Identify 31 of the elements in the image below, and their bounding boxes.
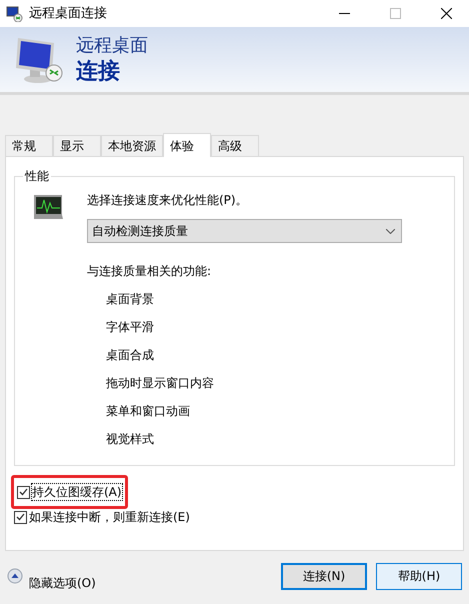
minimize-icon[interactable] (339, 12, 350, 14)
header-title: 连接 (76, 58, 121, 86)
tab[interactable]: 本地资源 (101, 135, 163, 156)
feature-item: 字体平滑 (106, 319, 155, 335)
checkbox[interactable] (14, 510, 27, 524)
checkbox-label[interactable]: 如果连接中断，则重新连接(E) (29, 509, 190, 525)
group-title: 性能 (23, 168, 51, 184)
tab[interactable]: 常规 (5, 135, 53, 156)
feature-item: 视觉样式 (106, 431, 155, 447)
speed-dropdown[interactable]: 自动检测连接质量 (87, 219, 402, 243)
tab[interactable]: 高级 (211, 135, 259, 156)
dialog-button[interactable]: 连接(N) (281, 562, 367, 590)
tab[interactable]: 显示 (53, 135, 101, 156)
monitor-icon (33, 194, 64, 220)
feature-item: 拖动时显示窗口内容 (106, 375, 215, 391)
feature-item: 菜单和窗口动画 (106, 403, 191, 419)
feature-item: 桌面背景 (106, 291, 155, 307)
app-icon (6, 6, 23, 22)
features-label: 与连接质量相关的功能: (87, 263, 212, 279)
checkbox[interactable] (17, 486, 30, 498)
hide-options-link[interactable]: 隐藏选项(O) (29, 574, 272, 592)
window-title: 远程桌面连接 (29, 4, 108, 23)
feature-item: 桌面合成 (106, 347, 155, 363)
collapse-icon[interactable] (7, 568, 23, 584)
close-icon[interactable] (441, 8, 452, 19)
tab[interactable]: 体验 (163, 133, 211, 157)
chevron-down-icon (386, 228, 395, 234)
dialog-button[interactable]: 帮助(H) (376, 562, 462, 590)
prompt-text: 选择连接速度来优化性能(P)。 (87, 192, 249, 208)
checkbox-label[interactable]: 持久位图缓存(A) (32, 484, 122, 500)
header-subtitle: 远程桌面 (76, 34, 148, 58)
